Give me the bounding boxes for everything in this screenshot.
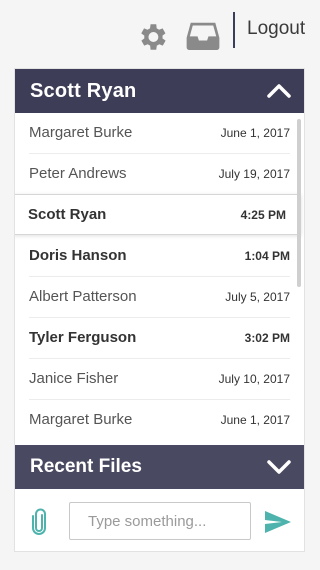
- conversation-date: July 10, 2017: [218, 372, 290, 386]
- conversation-name: Tyler Ferguson: [29, 329, 137, 346]
- chevron-up-icon[interactable]: [266, 81, 292, 101]
- paperclip-icon[interactable]: [31, 508, 47, 536]
- conversation-name: Doris Hanson: [29, 247, 127, 264]
- chat-panel-title: Scott Ryan: [30, 80, 137, 102]
- chevron-down-icon[interactable]: [266, 457, 292, 477]
- message-input[interactable]: [69, 502, 251, 540]
- top-bar: Logout: [0, 0, 320, 62]
- conversation-name: Peter Andrews: [29, 165, 127, 182]
- conversation-row[interactable]: Doris Hanson 1:04 PM: [15, 236, 304, 277]
- conversation-date: June 1, 2017: [220, 126, 290, 140]
- chat-panel: Scott Ryan Margaret Burke June 1, 2017 P…: [14, 68, 305, 552]
- inbox-icon[interactable]: [186, 20, 220, 50]
- divider: [233, 12, 235, 48]
- conversation-name: Albert Patterson: [29, 288, 137, 305]
- conversation-name: Margaret Burke: [29, 124, 133, 141]
- recent-files-title: Recent Files: [30, 456, 142, 477]
- conversation-row[interactable]: Tyler Ferguson 3:02 PM: [15, 318, 304, 359]
- send-icon[interactable]: [264, 510, 292, 534]
- conversation-name: Margaret Burke: [29, 411, 133, 428]
- conversation-row[interactable]: Albert Patterson July 5, 2017: [15, 277, 304, 318]
- conversation-name: Scott Ryan: [28, 206, 107, 223]
- chat-panel-header[interactable]: Scott Ryan: [15, 69, 304, 113]
- conversation-list[interactable]: Margaret Burke June 1, 2017 Peter Andrew…: [15, 113, 304, 443]
- scrollbar[interactable]: [297, 119, 301, 287]
- conversation-row[interactable]: Peter Andrews July 19, 2017: [15, 154, 304, 195]
- conversation-date: June 1, 2017: [220, 413, 290, 427]
- conversation-date: July 19, 2017: [218, 167, 290, 181]
- conversation-name: Janice Fisher: [29, 370, 119, 387]
- logout-link[interactable]: Logout: [247, 18, 305, 40]
- gear-icon[interactable]: [135, 20, 169, 54]
- conversation-date: 3:02 PM: [244, 331, 290, 345]
- conversation-row-selected[interactable]: Scott Ryan 4:25 PM: [15, 194, 301, 235]
- conversation-row[interactable]: Margaret Burke June 1, 2017: [15, 400, 304, 441]
- conversation-row[interactable]: Janice Fisher July 10, 2017: [15, 359, 304, 400]
- conversation-date: 1:04 PM: [244, 249, 290, 263]
- conversation-date: July 5, 2017: [225, 290, 290, 304]
- message-composer: [15, 489, 304, 551]
- conversation-date: 4:25 PM: [240, 208, 286, 222]
- recent-files-header[interactable]: Recent Files: [15, 445, 304, 489]
- conversation-row[interactable]: Margaret Burke June 1, 2017: [15, 113, 304, 154]
